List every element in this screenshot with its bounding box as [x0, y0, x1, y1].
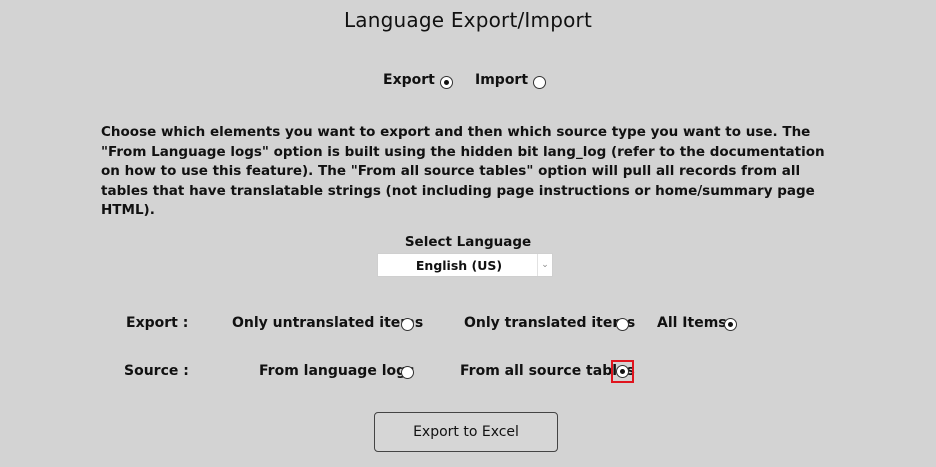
mode-import-label: Import: [475, 72, 529, 88]
export-untranslated-radio[interactable]: [401, 318, 414, 331]
mode-export-label: Export: [383, 72, 435, 88]
export-options-label: Export :: [126, 315, 189, 331]
export-all-label: All Items: [657, 315, 727, 331]
export-translated-radio[interactable]: [616, 318, 629, 331]
export-all-radio[interactable]: [724, 318, 737, 331]
source-all-tables-label: From all source tables: [460, 363, 635, 379]
source-logs-radio[interactable]: [401, 366, 414, 379]
source-options-label: Source :: [124, 363, 189, 379]
mode-export-radio[interactable]: [440, 76, 453, 89]
language-select-value: English (US): [415, 258, 503, 273]
language-select[interactable]: English (US) ⌄: [377, 253, 553, 277]
export-untranslated-label: Only untranslated items: [232, 315, 424, 331]
export-translated-label: Only translated items: [464, 315, 636, 331]
source-logs-label: From language logs: [259, 363, 415, 379]
chevron-down-icon: ⌄: [537, 254, 552, 276]
page-title: Language Export/Import: [343, 8, 593, 32]
mode-import-radio[interactable]: [533, 76, 546, 89]
select-language-label: Select Language: [404, 234, 532, 250]
instructions-text: Choose which elements you want to export…: [101, 124, 825, 218]
source-all-tables-radio[interactable]: [616, 365, 629, 378]
export-to-excel-button[interactable]: Export to Excel: [374, 412, 558, 452]
